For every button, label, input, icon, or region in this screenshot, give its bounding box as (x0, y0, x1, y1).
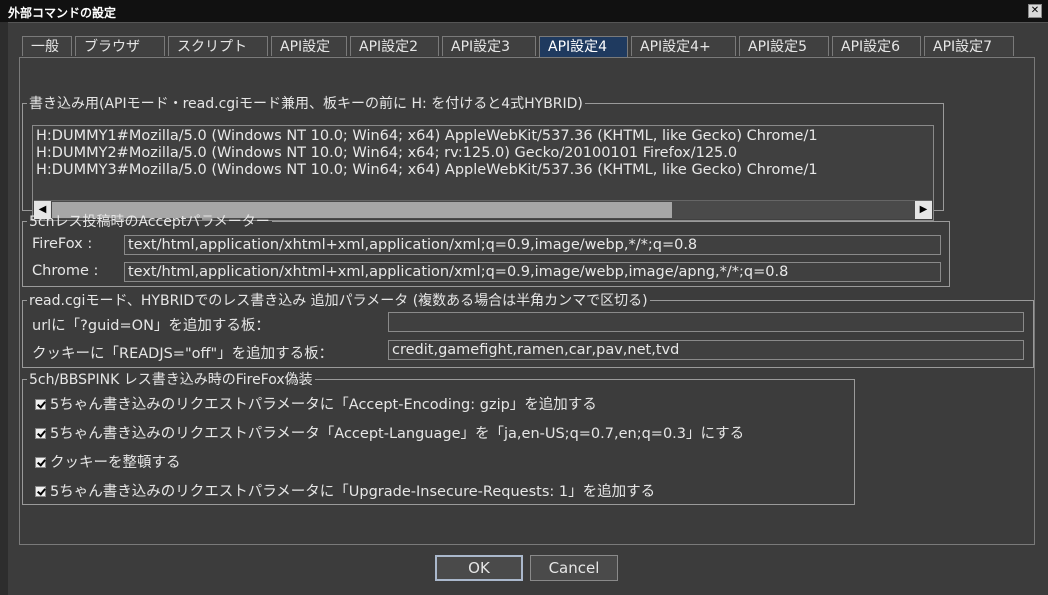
tab-api2[interactable]: API設定2 (350, 36, 439, 56)
chrome-label: Chrome : (32, 263, 99, 279)
option-upgrade-insecure[interactable]: 5ちゃん書き込みのリクエストパラメータに「Upgrade-Insecure-Re… (35, 480, 655, 501)
firefox-accept-field[interactable]: text/html,application/xhtml+xml,applicat… (124, 235, 941, 255)
readjs-boards-field[interactable]: credit,gamefight,ramen,car,pav,net,tvd (388, 340, 1024, 360)
tab-browser[interactable]: ブラウザ (75, 36, 165, 56)
ok-button[interactable]: OK (435, 555, 523, 581)
readjs-label: クッキーに「READJS="off"」を追加する板： (32, 346, 334, 362)
tab-general[interactable]: 一般 (22, 36, 72, 56)
write-group: 書き込み用(APIモード・read.cgiモード兼用、板キーの前に H: を付け… (22, 93, 944, 221)
tab-api6[interactable]: API設定6 (832, 36, 921, 56)
checkbox-checked[interactable] (35, 486, 46, 497)
tab-api[interactable]: API設定 (271, 36, 347, 56)
write-group-legend: 書き込み用(APIモード・read.cgiモード兼用、板キーの前に H: を付け… (29, 96, 583, 112)
accept-group-legend: 5chレス投稿時のAcceptパラメーター (29, 214, 270, 230)
option-cookie-tidy[interactable]: クッキーを整頓する (35, 451, 181, 472)
firefox-spoof-legend: 5ch/BBSPINK レス書き込み時のFireFox偽装 (29, 372, 313, 388)
cancel-button[interactable]: Cancel (530, 555, 618, 581)
checkbox-checked[interactable] (35, 399, 46, 410)
chrome-accept-field[interactable]: text/html,application/xhtml+xml,applicat… (124, 262, 941, 282)
user-agent-textarea[interactable]: H:DUMMY1#Mozilla/5.0 (Windows NT 10.0; W… (32, 125, 934, 221)
ua-line-2: H:DUMMY2#Mozilla/5.0 (Windows NT 10.0; W… (36, 145, 738, 161)
option-accept-language[interactable]: 5ちゃん書き込みのリクエストパラメータ「Accept-Language」を「ja… (35, 422, 744, 443)
tab-api4plus[interactable]: API設定4+ (631, 36, 736, 56)
close-icon[interactable]: ✕ (1028, 4, 1042, 18)
checkbox-checked[interactable] (35, 457, 46, 468)
firefox-label: FireFox : (32, 236, 93, 252)
ua-line-3: H:DUMMY3#Mozilla/5.0 (Windows NT 10.0; W… (36, 162, 818, 178)
hybrid-group-legend: read.cgiモード、HYBRIDでのレス書き込み 追加パラメータ (複数ある… (29, 293, 648, 309)
tab-script[interactable]: スクリプト (168, 36, 268, 56)
tab-api5[interactable]: API設定5 (739, 36, 829, 56)
guid-boards-field[interactable] (388, 312, 1024, 332)
tab-api7[interactable]: API設定7 (924, 36, 1014, 56)
guid-label: urlに「?guid=ON」を追加する板： (32, 318, 270, 334)
title-bar: 外部コマンドの設定 ✕ (0, 0, 1048, 23)
tab-api4[interactable]: API設定4 (539, 36, 628, 58)
background-strip (0, 22, 8, 595)
window-title: 外部コマンドの設定 (8, 6, 117, 20)
option-accept-encoding[interactable]: 5ちゃん書き込みのリクエストパラメータに「Accept-Encoding: gz… (35, 393, 597, 414)
checkbox-checked[interactable] (35, 428, 46, 439)
ua-line-1: H:DUMMY1#Mozilla/5.0 (Windows NT 10.0; W… (36, 128, 818, 144)
tab-api3[interactable]: API設定3 (442, 36, 536, 56)
